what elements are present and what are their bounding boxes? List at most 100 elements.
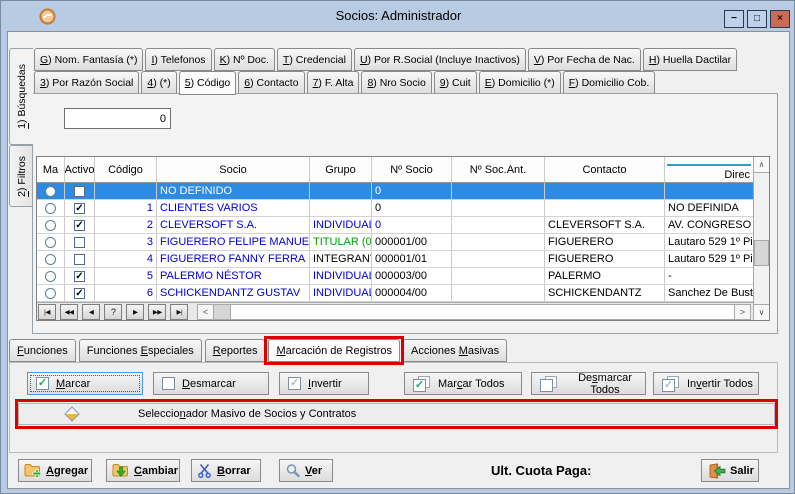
tab-reportes[interactable]: Reportes: [205, 339, 266, 362]
table-row[interactable]: ✓ 5 PALERMO NÉSTOR INDIVIDUAL 000003/00 …: [37, 268, 753, 285]
row-select-radio[interactable]: [45, 220, 56, 231]
row-active-checkbox[interactable]: [74, 186, 85, 197]
maximize-button[interactable]: □: [747, 10, 767, 28]
col-header-contacto[interactable]: Contacto: [545, 157, 665, 182]
nav-last-button[interactable]: ▶|: [170, 304, 188, 320]
nav-next-button[interactable]: ▶: [126, 304, 144, 320]
horizontal-scrollbar-thumb[interactable]: [214, 305, 231, 319]
tab-domicilio[interactable]: E) Domicilio (*): [479, 71, 561, 94]
row-active-checkbox[interactable]: [74, 237, 85, 248]
tab-funciones-especiales[interactable]: Funciones Especiales: [79, 339, 202, 362]
nav-prev-page-button[interactable]: ◀◀: [60, 304, 78, 320]
nav-next-page-button[interactable]: ▶▶: [148, 304, 166, 320]
col-header-codigo[interactable]: Código: [95, 157, 157, 182]
nav-first-button[interactable]: |◀: [38, 304, 56, 320]
desmarcar-todos-button[interactable]: Desmarcar Todos: [531, 372, 646, 395]
col-header-marca[interactable]: Ma: [37, 157, 65, 182]
cell-nro-soc-ant: [452, 251, 545, 267]
col-header-direccion[interactable]: Direc: [665, 157, 753, 182]
col-header-grupo[interactable]: Grupo: [310, 157, 372, 182]
col-header-nro-socio[interactable]: Nº Socio: [372, 157, 452, 182]
tab-credencial[interactable]: T) Credencial: [277, 48, 352, 71]
tab-cuit[interactable]: 9) Cuit: [434, 71, 477, 94]
table-row[interactable]: 4 FIGUERERO FANNY FERRA INTEGRANT 000001…: [37, 251, 753, 268]
ver-button[interactable]: Ver: [279, 459, 333, 482]
row-active-checkbox[interactable]: ✓: [74, 271, 85, 282]
ult-cuota-paga-label: Ult. Cuota Paga:: [491, 463, 591, 478]
tab-nom-fantasia[interactable]: G) Nom. Fantasía (*): [34, 48, 143, 71]
tab-marcacion-de-registros[interactable]: Marcación de Registros: [268, 339, 400, 362]
invertir-button[interactable]: ✓ Invertir: [279, 372, 369, 395]
nav-search-button[interactable]: ?: [104, 304, 122, 320]
cell-direccion: NO DEFINIDA: [665, 200, 753, 216]
marcar-todos-button[interactable]: ✓ Marcar Todos: [404, 372, 522, 395]
seleccionador-label: Seleccionador Masivo de Socios y Contrat…: [138, 408, 356, 420]
table-row[interactable]: NO DEFINIDO 0: [37, 183, 753, 200]
cell-socio: FIGUERERO FANNY FERRA: [157, 251, 310, 267]
scroll-up-icon[interactable]: ∧: [754, 157, 769, 173]
cell-nro-socio: 000001/00: [372, 234, 452, 250]
desmarcar-button[interactable]: Desmarcar: [153, 372, 269, 395]
tab-acciones-masivas[interactable]: Acciones Masivas: [403, 339, 507, 362]
tab-codigo[interactable]: 5) Código: [179, 71, 237, 95]
col-header-activo[interactable]: Activo: [65, 157, 95, 182]
cambiar-button[interactable]: Cambiar: [106, 459, 180, 482]
seleccionador-masivo-bar[interactable]: Seleccionador Masivo de Socios y Contrat…: [18, 403, 775, 425]
tab-nro-doc[interactable]: K) Nº Doc.: [214, 48, 275, 71]
tab-f-alta[interactable]: 7) F. Alta: [307, 71, 360, 94]
app-window: Socios: Administrador − □ × 1) Búsquedas…: [0, 0, 795, 494]
tab-domicilio-cob[interactable]: F) Domicilio Cob.: [563, 71, 656, 94]
tab-por-fecha-nac[interactable]: V) Por Fecha de Nac.: [528, 48, 641, 71]
checked-box-icon: ✓: [36, 377, 49, 390]
close-button[interactable]: ×: [770, 10, 790, 28]
side-tab-filtros-label: 2) Filtros: [16, 156, 28, 197]
agregar-button[interactable]: Agregar: [18, 459, 92, 482]
borrar-button[interactable]: Borrar: [191, 459, 261, 482]
row-select-radio[interactable]: [45, 271, 56, 282]
table-row[interactable]: ✓ 6 SCHICKENDANTZ GUSTAV INDIVIDUAL 0000…: [37, 285, 753, 302]
table-row[interactable]: 3 FIGUERERO FELIPE MANUE TITULAR (0) 000…: [37, 234, 753, 251]
row-select-radio[interactable]: [45, 254, 56, 265]
tab-asterisco[interactable]: 4) (*): [141, 71, 176, 94]
col-header-nro-soc-ant[interactable]: Nº Soc.Ant.: [452, 157, 545, 182]
nav-prev-button[interactable]: ◀: [82, 304, 100, 320]
tab-funciones[interactable]: Funciones: [9, 339, 76, 362]
row-select-radio[interactable]: [45, 237, 56, 248]
cell-nro-socio: 000001/01: [372, 251, 452, 267]
minimize-button[interactable]: −: [724, 10, 744, 28]
codigo-search-input[interactable]: [64, 108, 171, 129]
vertical-scrollbar-thumb[interactable]: [754, 240, 769, 266]
table-row[interactable]: ✓ 2 CLEVERSOFT S.A. INDIVIDUAL 0 CLEVERS…: [37, 217, 753, 234]
side-tab-filtros[interactable]: 2) Filtros: [9, 145, 33, 207]
tab-por-rsocial[interactable]: U) Por R.Social (Incluye Inactivos): [354, 48, 526, 71]
col-header-socio[interactable]: Socio: [157, 157, 310, 182]
row-select-radio[interactable]: [45, 186, 56, 197]
row-active-checkbox[interactable]: ✓: [74, 203, 85, 214]
horizontal-scrollbar[interactable]: < >: [197, 304, 751, 320]
tab-por-razon-social[interactable]: 3) Por Razón Social: [34, 71, 139, 94]
row-active-checkbox[interactable]: ✓: [74, 288, 85, 299]
horizontal-scrollbar-track[interactable]: [231, 305, 734, 319]
tab-nro-socio[interactable]: 8) Nro Socio: [361, 71, 431, 94]
row-active-checkbox[interactable]: [74, 254, 85, 265]
scroll-left-icon[interactable]: <: [198, 305, 214, 319]
table-row[interactable]: ✓ 1 CLIENTES VARIOS 0 NO DEFINIDA: [37, 200, 753, 217]
tab-contacto[interactable]: 6) Contacto: [238, 71, 304, 94]
side-tab-busquedas[interactable]: 1) Búsquedas: [9, 48, 33, 145]
cell-nro-socio: 0: [372, 200, 452, 216]
row-select-radio[interactable]: [45, 203, 56, 214]
marcar-button[interactable]: ✓ Marcar: [27, 372, 143, 395]
salir-button[interactable]: Salir: [701, 459, 759, 482]
row-select-radio[interactable]: [45, 288, 56, 299]
tab-huella-dactilar[interactable]: H) Huella Dactilar: [643, 48, 737, 71]
cell-direccion: AV. CONGRESO: [665, 217, 753, 233]
invertir-todos-button[interactable]: ✓ Invertir Todos: [653, 372, 759, 395]
cell-contacto: [545, 200, 665, 216]
scroll-right-icon[interactable]: >: [734, 305, 750, 319]
vertical-scrollbar[interactable]: ∧ ∨: [753, 157, 769, 320]
grid-header: Ma Activo Código Socio Grupo Nº Socio Nº…: [37, 157, 753, 183]
row-active-checkbox[interactable]: ✓: [74, 220, 85, 231]
cell-nro-socio: 000004/00: [372, 285, 452, 301]
scroll-down-icon[interactable]: ∨: [754, 304, 769, 320]
tab-telefonos[interactable]: I) Telefonos: [145, 48, 211, 71]
